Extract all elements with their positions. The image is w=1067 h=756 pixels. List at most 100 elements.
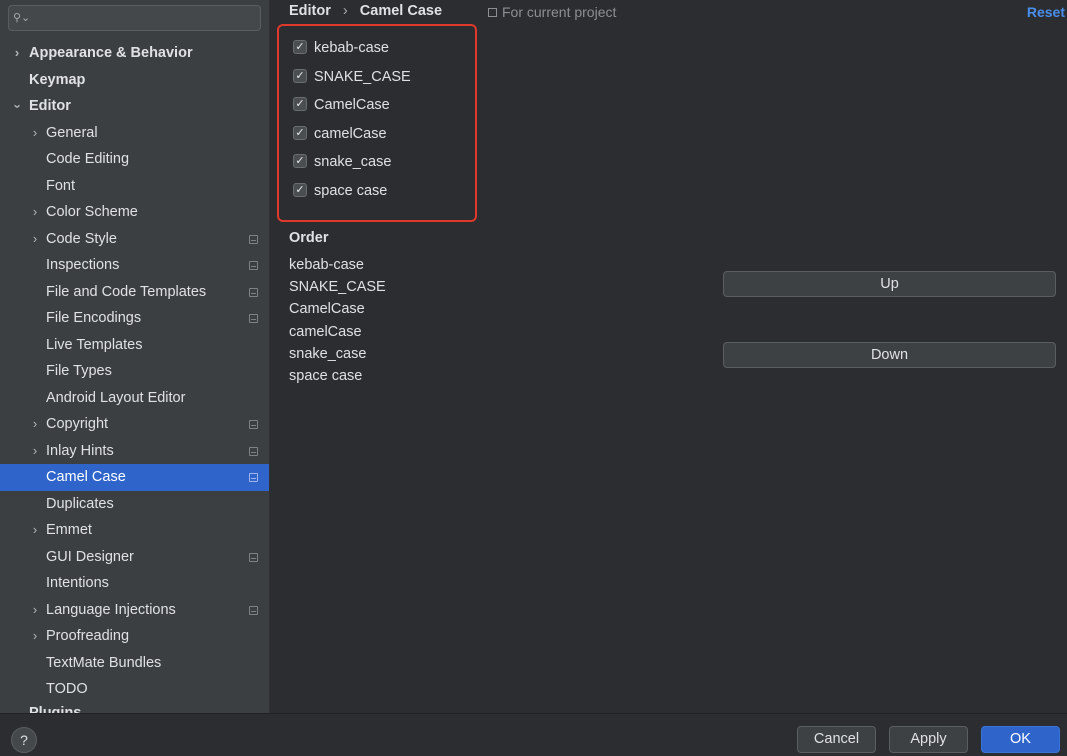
sidebar-item-intentions[interactable]: Intentions	[0, 570, 269, 597]
checkbox-label: CamelCase	[314, 97, 390, 114]
sidebar-item-proofreading[interactable]: › Proofreading	[0, 623, 269, 650]
checkmark-icon[interactable]: ✓	[293, 68, 307, 83]
sidebar-item-label: Android Layout Editor	[46, 389, 186, 406]
down-button[interactable]: Down	[723, 342, 1056, 368]
sidebar-item-label: File Encodings	[46, 310, 142, 326]
sidebar-item-file-encodings[interactable]: File Encodings	[0, 305, 269, 332]
order-list-item[interactable]: SNAKE_CASE	[289, 276, 386, 298]
sidebar-item-label: Copyright	[46, 416, 109, 432]
project-scope-icon	[249, 234, 258, 244]
chevron-right-icon[interactable]: ›	[28, 120, 42, 147]
search-input[interactable]: ⚲⌄	[8, 5, 261, 31]
checkbox-label: kebab-case	[314, 40, 389, 56]
chevron-right-icon[interactable]: ›	[28, 597, 42, 624]
sidebar-item-code-editing[interactable]: Code Editing	[0, 146, 269, 173]
apply-button[interactable]: Apply	[889, 726, 968, 753]
project-scope-icon	[249, 287, 258, 297]
sidebar-item-label: Code Editing	[46, 151, 130, 167]
chevron-right-icon[interactable]: ›	[28, 438, 42, 465]
case-options-group: ✓ kebab-case ✓ SNAKE_CASE ✓ CamelCase ✓ camelCa…	[277, 24, 477, 222]
sidebar-item-todo[interactable]: TODO	[0, 676, 269, 703]
order-list-item[interactable]: snake_case	[289, 343, 386, 365]
sidebar-item-color-scheme[interactable]: › Color Scheme	[0, 199, 269, 226]
order-list-item[interactable]: camelCase	[289, 321, 386, 343]
checkbox-label: SNAKE_CASE	[314, 68, 411, 85]
settings-sidebar: ⚲⌄ › Appearance & Behavior Keymap › Editor › G…	[0, 0, 270, 713]
sidebar-item-label: TODO	[46, 681, 88, 697]
sidebar-item-file-and-code-templates[interactable]: File and Code Templates	[0, 279, 269, 306]
order-list[interactable]: kebab-case SNAKE_CASE CamelCase camelCase sn…	[289, 254, 386, 387]
sidebar-item-label: Code Style	[46, 230, 117, 247]
order-heading: Order	[289, 230, 329, 246]
sidebar-item-label: TextMate Bundles	[46, 654, 162, 671]
project-scope-icon	[249, 552, 258, 562]
sidebar-item-label: General	[46, 124, 98, 141]
checkmark-icon[interactable]: ✓	[293, 154, 307, 169]
help-button[interactable]: ?	[11, 727, 37, 753]
project-scope-icon	[249, 605, 258, 615]
cancel-button[interactable]: Cancel	[797, 726, 876, 753]
project-scope-icon	[249, 261, 258, 270]
project-scope-icon	[249, 446, 258, 456]
sidebar-item-label: Appearance & Behavior	[29, 45, 193, 61]
sidebar-item-plugins[interactable]: Plugins	[29, 705, 81, 713]
sidebar-item-font[interactable]: Font	[0, 173, 269, 200]
sidebar-item-label: Proofreading	[46, 628, 130, 644]
sidebar-item-label: Editor	[29, 98, 71, 114]
sidebar-item-textmate-bundles[interactable]: TextMate Bundles	[0, 650, 269, 677]
sidebar-item-label: Live Templates	[46, 336, 143, 353]
chevron-right-icon[interactable]: ›	[10, 40, 24, 67]
sidebar-item-language-injections[interactable]: › Language Injections	[0, 597, 269, 624]
sidebar-item-label: Inspections	[46, 257, 120, 273]
sidebar-item-label: Duplicates	[46, 495, 114, 512]
sidebar-item-keymap[interactable]: Keymap	[0, 67, 269, 94]
project-scope-icon	[249, 420, 258, 429]
sidebar-item-camel-case[interactable]: Camel Case	[0, 464, 269, 491]
chevron-down-icon[interactable]: ›	[4, 99, 31, 113]
checkbox-label: snake_case	[314, 154, 392, 171]
breadcrumb-separator: ›	[342, 3, 348, 19]
sidebar-item-live-templates[interactable]: Live Templates	[0, 332, 269, 359]
order-list-item[interactable]: CamelCase	[289, 298, 386, 320]
sidebar-item-copyright[interactable]: › Copyright	[0, 411, 269, 438]
sidebar-item-label: Intentions	[46, 575, 109, 591]
sidebar-item-label: Keymap	[29, 71, 86, 88]
chevron-right-icon[interactable]: ›	[28, 199, 42, 226]
up-button[interactable]: Up	[723, 271, 1056, 297]
sidebar-item-label: Color Scheme	[46, 204, 138, 220]
sidebar-item-file-types[interactable]: File Types	[0, 358, 269, 385]
breadcrumb-parent[interactable]: Editor	[289, 3, 331, 19]
sidebar-item-label: File Types	[46, 363, 112, 379]
sidebar-item-editor[interactable]: › Editor	[0, 93, 269, 120]
sidebar-item-code-style[interactable]: › Code Style	[0, 226, 269, 253]
sidebar-item-label: Font	[46, 177, 76, 194]
checkmark-icon[interactable]: ✓	[293, 40, 307, 54]
checkmark-icon[interactable]: ✓	[293, 97, 307, 112]
sidebar-item-gui-designer[interactable]: GUI Designer	[0, 544, 269, 571]
sidebar-item-label: Emmet	[46, 522, 92, 538]
sidebar-item-label: Inlay Hints	[46, 442, 114, 459]
sidebar-item-label: File and Code Templates	[46, 283, 207, 300]
order-list-item[interactable]: kebab-case	[289, 254, 386, 276]
search-icon: ⚲⌄	[13, 12, 31, 24]
sidebar-item-duplicates[interactable]: Duplicates	[0, 491, 269, 518]
sidebar-item-android-layout-editor[interactable]: Android Layout Editor	[0, 385, 269, 412]
reset-link[interactable]: Reset	[1027, 4, 1065, 20]
project-note-label: For current project	[502, 4, 617, 20]
checkbox-label: space case	[314, 183, 388, 199]
project-scope-icon	[249, 473, 258, 482]
checkmark-icon[interactable]: ✓	[293, 125, 307, 140]
sidebar-item-label: GUI Designer	[46, 548, 134, 565]
ok-button[interactable]: OK	[981, 726, 1060, 753]
sidebar-item-inlay-hints[interactable]: › Inlay Hints	[0, 438, 269, 465]
order-list-item[interactable]: space case	[289, 365, 386, 387]
sidebar-item-inspections[interactable]: Inspections	[0, 252, 269, 279]
chevron-right-icon[interactable]: ›	[28, 226, 42, 253]
sidebar-item-emmet[interactable]: › Emmet	[0, 517, 269, 544]
chevron-right-icon[interactable]: ›	[28, 623, 42, 650]
chevron-right-icon[interactable]: ›	[28, 411, 42, 438]
sidebar-item-general[interactable]: › General	[0, 120, 269, 147]
sidebar-item-appearance-behavior[interactable]: › Appearance & Behavior	[0, 40, 269, 67]
checkmark-icon[interactable]: ✓	[293, 183, 307, 197]
chevron-right-icon[interactable]: ›	[28, 517, 42, 544]
